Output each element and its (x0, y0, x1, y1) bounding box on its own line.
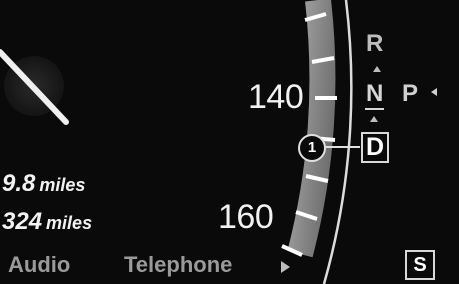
speed-label-140: 140 (248, 78, 304, 116)
speed-label-160: 160 (218, 198, 274, 236)
up-arrow-icon (370, 116, 378, 122)
right-triangle-icon[interactable] (281, 261, 290, 273)
instrument-cluster-display: 140 160 9.8 miles 324 miles R N D P 1 Audi… (0, 0, 459, 284)
callout-leader-line (324, 146, 360, 148)
trip-distance-2: 324 miles (2, 208, 92, 236)
callout-number-badge: 1 (298, 134, 326, 162)
trip-distance-2-unit: miles (46, 213, 93, 233)
gear-reverse: R (366, 30, 384, 57)
trip-distance-2-value: 324 (2, 208, 43, 235)
speedometer-dial (0, 0, 353, 284)
trip-distance-1: 9.8 miles (2, 170, 85, 198)
trip-distance-1-value: 9.8 (2, 170, 36, 197)
trip-distance-1-unit: miles (39, 175, 86, 195)
up-arrow-icon (373, 66, 381, 72)
menu-item-telephone[interactable]: Telephone (124, 252, 232, 278)
left-arrow-icon (431, 88, 437, 96)
gear-park: P (402, 80, 419, 107)
s-mode-badge: S (405, 250, 435, 280)
gear-drive-selected: D (361, 132, 390, 163)
menu-item-audio[interactable]: Audio (8, 252, 70, 278)
gear-neutral: N (364, 80, 385, 110)
